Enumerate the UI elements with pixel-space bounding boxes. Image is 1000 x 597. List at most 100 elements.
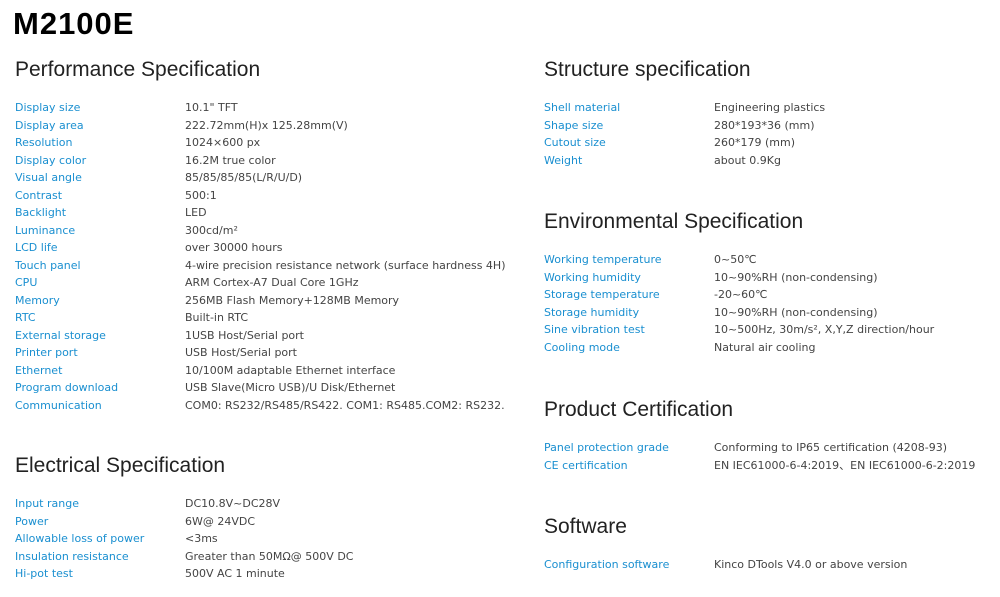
spec-row: Cooling mode Natural air cooling — [544, 339, 934, 357]
spec-row: CPU ARM Cortex-A7 Dual Core 1GHz — [15, 274, 505, 292]
spec-value: 500:1 — [185, 188, 217, 202]
spec-value: -20~60℃ — [714, 288, 768, 302]
spec-row: LCD life over 30000 hours — [15, 239, 505, 257]
spec-value: USB Host/Serial port — [185, 346, 297, 360]
certification-section: Product Certification Panel protection g… — [544, 398, 975, 474]
spec-value: 1USB Host/Serial port — [185, 328, 304, 342]
spec-label: Shape size — [544, 118, 604, 132]
spec-row: Allowable loss of power <3ms — [15, 530, 353, 548]
spec-value: 280*193*36 (mm) — [714, 118, 815, 132]
spec-value: 300cd/m² — [185, 223, 238, 237]
spec-row: External storage 1USB Host/Serial port — [15, 327, 505, 345]
spec-label: Backlight — [15, 206, 67, 220]
spec-row: Communication COM0: RS232/RS485/RS422. CO… — [15, 397, 505, 415]
spec-value: USB Slave(Micro USB)/U Disk/Ethernet — [185, 381, 396, 395]
spec-value: COM0: RS232/RS485/RS422. COM1: RS485.COM… — [185, 398, 505, 412]
section-heading: Electrical Specification — [15, 454, 226, 477]
spec-label: Input range — [15, 497, 79, 511]
spec-label: Touch panel — [15, 258, 81, 272]
spec-row: CE certification EN IEC61000-6-4:2019、EN … — [544, 457, 975, 475]
spec-label: Memory — [15, 293, 60, 307]
spec-value: Kinco DTools V4.0 or above version — [714, 558, 908, 572]
spec-row: Display size 10.1" TFT — [15, 99, 505, 117]
spec-row: Cutout size 260*179 (mm) — [544, 134, 825, 152]
spec-row: Power 6W@ 24VDC — [15, 513, 353, 531]
spec-value: 1024×600 px — [185, 136, 261, 150]
spec-label: Allowable loss of power — [15, 532, 145, 546]
spec-value: 6W@ 24VDC — [185, 514, 256, 528]
spec-label: Working humidity — [544, 270, 641, 284]
spec-row: Shape size 280*193*36 (mm) — [544, 117, 825, 135]
spec-label: Luminance — [15, 223, 76, 237]
spec-label: Working temperature — [544, 253, 662, 267]
section-heading: Environmental Specification — [544, 210, 804, 233]
spec-row: Panel protection grade Conforming to IP65… — [544, 439, 975, 457]
spec-label: Power — [15, 514, 49, 528]
section-heading: Product Certification — [544, 398, 734, 421]
spec-row: Storage humidity 10~90%RH (non-condensing… — [544, 304, 934, 322]
spec-row: Display color 16.2M true color — [15, 152, 505, 170]
spec-value: 10/100M adaptable Ethernet interface — [185, 363, 396, 377]
spec-row: Printer port USB Host/Serial port — [15, 344, 505, 362]
spec-label: Shell material — [544, 101, 621, 115]
spec-label: Hi-pot test — [15, 567, 73, 581]
spec-value: about 0.9Kg — [714, 153, 781, 167]
spec-value: 85/85/85/85(L/R/U/D) — [185, 171, 303, 185]
spec-value: ARM Cortex-A7 Dual Core 1GHz — [185, 276, 359, 290]
spec-label: Communication — [15, 398, 102, 412]
spec-label: CE certification — [544, 458, 628, 472]
page-title: M2100E — [13, 6, 135, 41]
spec-list: Display size 10.1" TFT Display area 222.72m… — [15, 99, 505, 414]
spec-label: Weight — [544, 153, 583, 167]
spec-row: Input range DC10.8V~DC28V — [15, 495, 353, 513]
spec-value: LED — [185, 206, 207, 220]
spec-row: Insulation resistance Greater than 50MΩ@ … — [15, 548, 353, 566]
spec-label: Sine vibration test — [544, 323, 645, 337]
electrical-section: Electrical Specification Input range DC10… — [15, 454, 353, 583]
spec-row: Shell material Engineering plastics — [544, 99, 825, 117]
spec-row: RTC Built-in RTC — [15, 309, 505, 327]
spec-row: Visual angle 85/85/85/85(L/R/U/D) — [15, 169, 505, 187]
spec-value: Engineering plastics — [714, 101, 826, 115]
spec-row: Resolution 1024×600 px — [15, 134, 505, 152]
spec-row: Ethernet 10/100M adaptable Ethernet inter… — [15, 362, 505, 380]
spec-value: EN IEC61000-6-4:2019、EN IEC61000-6-2:201… — [714, 459, 976, 473]
spec-value: 0~50℃ — [714, 253, 757, 267]
spec-label: CPU — [15, 276, 38, 290]
section-heading: Software — [544, 515, 627, 538]
spec-label: Display color — [15, 153, 87, 167]
spec-label: Cooling mode — [544, 340, 620, 354]
spec-row: Configuration software Kinco DTools V4.0 … — [544, 556, 907, 574]
spec-value: Greater than 50MΩ@ 500V DC — [185, 549, 354, 563]
spec-list: Panel protection grade Conforming to IP65… — [544, 439, 975, 474]
spec-value: 260*179 (mm) — [714, 136, 796, 150]
spec-row: Memory 256MB Flash Memory+128MB Memory — [15, 292, 505, 310]
spec-row: Luminance 300cd/m² — [15, 222, 505, 240]
spec-list: Input range DC10.8V~DC28V Power 6W@ 24VDC Al… — [15, 495, 353, 583]
spec-label: Display size — [15, 101, 81, 115]
spec-label: Contrast — [15, 188, 63, 202]
spec-label: Program download — [15, 381, 119, 395]
spec-label: Configuration software — [544, 558, 670, 572]
spec-value: 222.72mm(H)x 125.28mm(V) — [185, 118, 348, 132]
spec-label: RTC — [15, 311, 36, 325]
spec-label: Ethernet — [15, 363, 63, 377]
spec-value: 500V AC 1 minute — [185, 567, 285, 581]
performance-section: Performance Specification Display size 10… — [15, 58, 505, 414]
spec-label: Printer port — [15, 346, 78, 360]
section-heading: Performance Specification — [15, 58, 261, 81]
spec-row: Sine vibration test 10~500Hz, 30m/s², X,Y… — [544, 321, 934, 339]
spec-list: Configuration software Kinco DTools V4.0 … — [544, 556, 907, 574]
spec-row: Working humidity 10~90%RH (non-condensing… — [544, 269, 934, 287]
spec-row: Touch panel 4-wire precision resistance n… — [15, 257, 505, 275]
spec-value: DC10.8V~DC28V — [185, 497, 281, 511]
software-section: Software Configuration software Kinco DTo… — [544, 515, 907, 574]
spec-list: Working temperature 0~50℃ Working humidity… — [544, 251, 934, 356]
spec-label: Cutout size — [544, 136, 606, 150]
spec-row: Contrast 500:1 — [15, 187, 505, 205]
spec-row: Backlight LED — [15, 204, 505, 222]
spec-value: 10~90%RH (non-condensing) — [714, 270, 878, 284]
spec-label: Storage temperature — [544, 288, 660, 302]
spec-value: Conforming to IP65 certification (4208-9… — [714, 441, 947, 455]
spec-value: 4-wire precision resistance network (sur… — [185, 258, 506, 272]
